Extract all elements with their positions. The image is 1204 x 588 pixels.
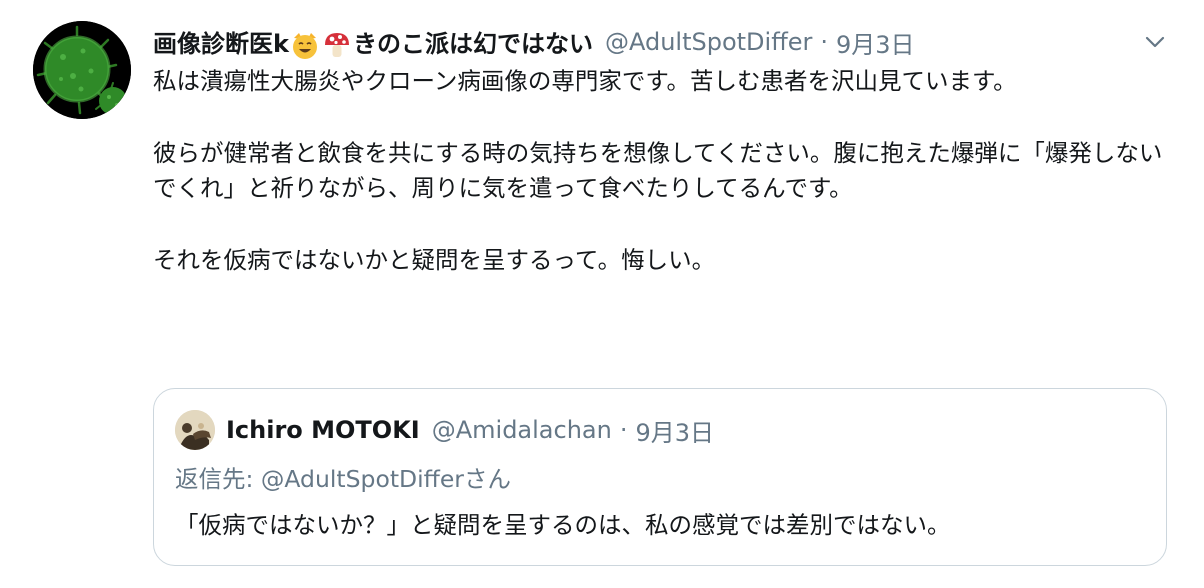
quoted-separator-dot: · (619, 416, 628, 444)
author-name-part2: きのこ派は幻ではない (352, 30, 593, 58)
tweet-text: 私は潰瘍性大腸炎やクローン病画像の専門家です。苦しむ患者を沢山見ています。 彼ら… (153, 64, 1163, 278)
tweet-header: 画像診断医k きのこ派は幻ではない @AdultSpotDiffer · 9月3… (153, 22, 915, 62)
smiling-cat-face-icon (290, 30, 320, 60)
tweet-menu-button[interactable] (1141, 28, 1169, 56)
quoted-author-name[interactable]: Ichiro MOTOKI (226, 416, 420, 444)
quoted-header: Ichiro MOTOKI @Amidalachan · 9月3日 (226, 409, 714, 451)
tweet-paragraph-1: 私は潰瘍性大腸炎やクローン病画像の専門家です。苦しむ患者を沢山見ています。 (153, 67, 1017, 95)
mushroom-icon (322, 30, 352, 60)
author-name[interactable]: 画像診断医k きのこ派は幻ではない (153, 24, 593, 60)
tweet-paragraph-2: 彼らが健常者と飲食を共にする時の気持ちを想像してください。腹に抱えた爆弾に「爆発… (153, 138, 1163, 203)
tweet-date[interactable]: 9月3日 (836, 25, 915, 60)
tweet-paragraph-3: それを仮病ではないかと疑問を呈するって。悔しい。 (153, 245, 716, 274)
tweet[interactable]: 画像診断医k きのこ派は幻ではない @AdultSpotDiffer · 9月3… (0, 0, 1204, 588)
quoted-date[interactable]: 9月3日 (635, 413, 714, 448)
chevron-down-icon (1145, 36, 1165, 48)
author-name-part1: 画像診断医k (153, 30, 289, 58)
author-avatar[interactable] (33, 21, 131, 119)
quoted-author-avatar[interactable] (175, 410, 215, 450)
quoted-author-handle[interactable]: @Amidalachan (432, 416, 612, 444)
author-handle[interactable]: @AdultSpotDiffer (605, 28, 812, 56)
figure-avatar-image (175, 410, 215, 450)
replying-to[interactable]: 返信先: @AdultSpotDifferさん (175, 461, 511, 497)
quoted-tweet[interactable]: Ichiro MOTOKI @Amidalachan · 9月3日 返信先: @… (153, 388, 1167, 566)
separator-dot: · (820, 28, 829, 56)
quoted-text: 「仮病ではないか？」と疑問を呈するのは、私の感覚では差別ではない。 (175, 511, 951, 539)
virus-avatar-image (33, 21, 131, 119)
